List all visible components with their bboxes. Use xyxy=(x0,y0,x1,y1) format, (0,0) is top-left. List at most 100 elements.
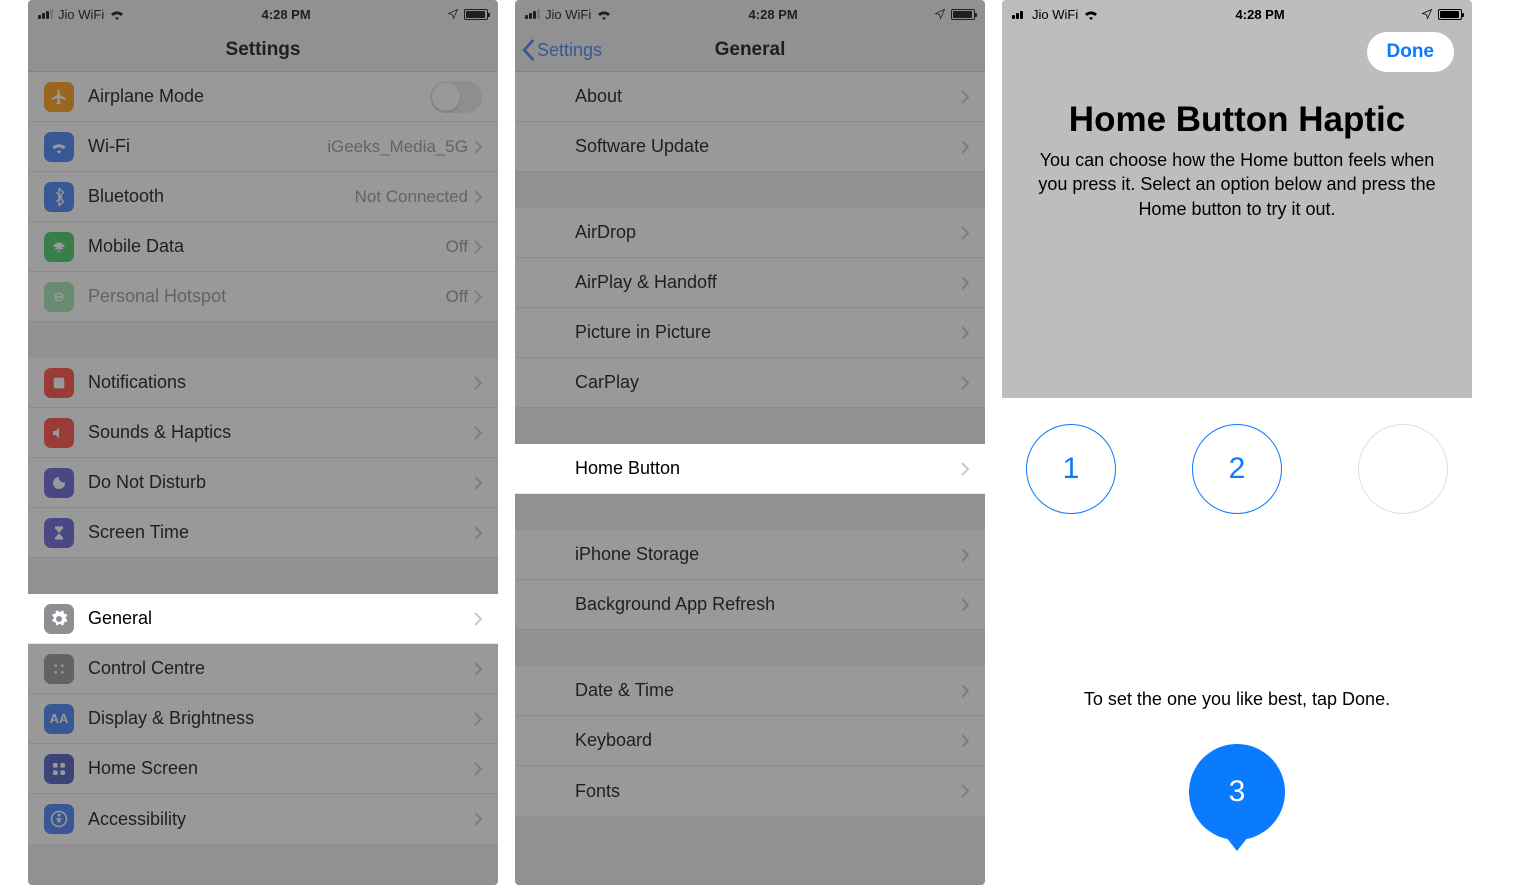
row-home-screen[interactable]: Home Screen xyxy=(28,744,498,794)
cell-signal-icon xyxy=(38,9,53,19)
haptic-option-2[interactable]: 2 xyxy=(1192,424,1282,514)
row-notifications[interactable]: Notifications xyxy=(28,358,498,408)
wifi-icon xyxy=(596,8,612,20)
row-value: Off xyxy=(446,237,468,257)
row-date-time[interactable]: Date & Time xyxy=(515,666,985,716)
row-bluetooth[interactable]: Bluetooth Not Connected xyxy=(28,172,498,222)
row-keyboard[interactable]: Keyboard xyxy=(515,716,985,766)
chevron-right-icon xyxy=(961,376,969,390)
row-label: Date & Time xyxy=(575,680,961,701)
back-button[interactable]: Settings xyxy=(521,28,602,72)
haptic-option-3-outline[interactable] xyxy=(1358,424,1448,514)
chevron-right-icon xyxy=(474,476,482,490)
notifications-icon xyxy=(44,368,74,398)
home-screen-icon xyxy=(44,754,74,784)
row-about[interactable]: About xyxy=(515,72,985,122)
battery-icon xyxy=(1438,9,1462,20)
airplane-toggle[interactable] xyxy=(430,81,482,113)
row-label: iPhone Storage xyxy=(575,544,961,565)
chevron-right-icon xyxy=(474,240,482,254)
clock: 4:28 PM xyxy=(749,7,798,22)
general-screen: Jio WiFi 4:28 PM Settings General About … xyxy=(515,0,985,885)
haptic-option-1[interactable]: 1 xyxy=(1026,424,1116,514)
row-airplane-mode[interactable]: Airplane Mode xyxy=(28,72,498,122)
row-label: Sounds & Haptics xyxy=(88,422,474,443)
row-personal-hotspot[interactable]: Personal Hotspot Off xyxy=(28,272,498,322)
haptic-description: You can choose how the Home button feels… xyxy=(1032,148,1442,221)
chevron-right-icon xyxy=(961,276,969,290)
sounds-icon xyxy=(44,418,74,448)
clock: 4:28 PM xyxy=(1236,7,1285,22)
row-label: About xyxy=(575,86,961,107)
row-software-update[interactable]: Software Update xyxy=(515,122,985,172)
row-label: Personal Hotspot xyxy=(88,286,446,307)
chevron-right-icon xyxy=(474,426,482,440)
status-bar: Jio WiFi 4:28 PM xyxy=(1002,0,1472,28)
group-spacer xyxy=(28,322,498,358)
row-wifi[interactable]: Wi-Fi iGeeks_Media_5G xyxy=(28,122,498,172)
row-home-button[interactable]: Home Button xyxy=(515,444,985,494)
row-label: Software Update xyxy=(575,136,961,157)
row-label: AirPlay & Handoff xyxy=(575,272,961,293)
row-label: Accessibility xyxy=(88,809,474,830)
chevron-right-icon xyxy=(961,598,969,612)
cell-signal-icon xyxy=(525,9,540,19)
row-do-not-disturb[interactable]: Do Not Disturb xyxy=(28,458,498,508)
bluetooth-icon xyxy=(44,182,74,212)
row-value: Off xyxy=(446,287,468,307)
chevron-right-icon xyxy=(474,712,482,726)
carrier-label: Jio WiFi xyxy=(545,7,591,22)
row-label: Home Screen xyxy=(88,758,474,779)
row-display-brightness[interactable]: AA Display & Brightness xyxy=(28,694,498,744)
row-value: iGeeks_Media_5G xyxy=(327,137,468,157)
group-spacer xyxy=(28,558,498,594)
done-button[interactable]: Done xyxy=(1367,32,1455,72)
chevron-right-icon xyxy=(474,140,482,154)
page-title: Settings xyxy=(226,39,301,61)
row-value: Not Connected xyxy=(355,187,468,207)
chevron-right-icon xyxy=(961,784,969,798)
row-label: Picture in Picture xyxy=(575,322,961,343)
location-icon xyxy=(934,8,946,20)
wifi-icon xyxy=(109,8,125,20)
haptic-picker: 1 2 To set the one you like best, tap Do… xyxy=(1002,398,1472,885)
row-general[interactable]: General xyxy=(28,594,498,644)
back-label: Settings xyxy=(537,40,602,61)
row-mobile-data[interactable]: Mobile Data Off xyxy=(28,222,498,272)
group-spacer xyxy=(515,172,985,208)
chevron-right-icon xyxy=(474,190,482,204)
page-title: General xyxy=(715,39,786,61)
row-label: Fonts xyxy=(575,781,961,802)
home-button-haptic-screen: Jio WiFi 4:28 PM Done Home Button Haptic… xyxy=(1002,0,1472,885)
row-label: CarPlay xyxy=(575,372,961,393)
chevron-right-icon xyxy=(961,548,969,562)
settings-screen: Jio WiFi 4:28 PM Settings Airplane Mode … xyxy=(28,0,498,885)
airplane-icon xyxy=(44,82,74,112)
nav-bar: Settings General xyxy=(515,28,985,72)
dnd-icon xyxy=(44,468,74,498)
row-control-centre[interactable]: Control Centre xyxy=(28,644,498,694)
row-iphone-storage[interactable]: iPhone Storage xyxy=(515,530,985,580)
wifi-icon xyxy=(1083,8,1099,20)
row-accessibility[interactable]: Accessibility xyxy=(28,794,498,844)
carrier-label: Jio WiFi xyxy=(1032,7,1078,22)
row-label: Notifications xyxy=(88,372,474,393)
row-background-app-refresh[interactable]: Background App Refresh xyxy=(515,580,985,630)
battery-icon xyxy=(464,9,488,20)
row-label: Airplane Mode xyxy=(88,86,430,107)
row-label: Mobile Data xyxy=(88,236,446,257)
carrier-label: Jio WiFi xyxy=(58,7,104,22)
group-spacer xyxy=(515,494,985,530)
row-airplay-handoff[interactable]: AirPlay & Handoff xyxy=(515,258,985,308)
row-fonts[interactable]: Fonts xyxy=(515,766,985,816)
chevron-right-icon xyxy=(961,326,969,340)
gear-icon xyxy=(44,604,74,634)
wifi-icon xyxy=(44,132,74,162)
row-carplay[interactable]: CarPlay xyxy=(515,358,985,408)
haptic-option-selected[interactable]: 3 xyxy=(1189,744,1285,840)
row-airdrop[interactable]: AirDrop xyxy=(515,208,985,258)
row-screen-time[interactable]: Screen Time xyxy=(28,508,498,558)
row-sounds-haptics[interactable]: Sounds & Haptics xyxy=(28,408,498,458)
row-picture-in-picture[interactable]: Picture in Picture xyxy=(515,308,985,358)
location-icon xyxy=(447,8,459,20)
